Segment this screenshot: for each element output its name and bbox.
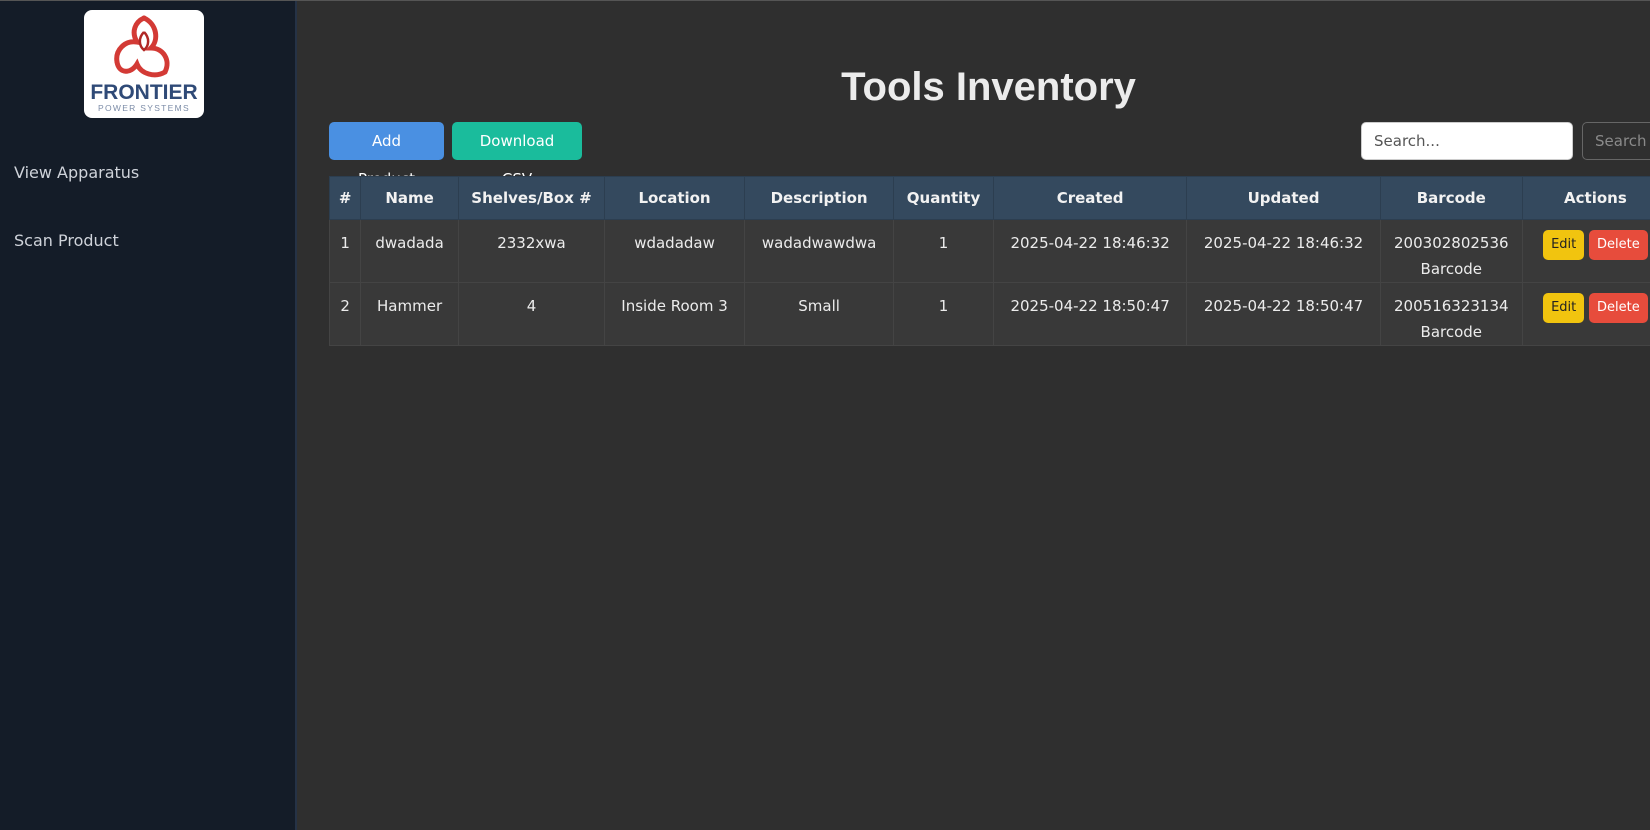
search-button[interactable]: Search bbox=[1582, 122, 1650, 160]
delete-button[interactable]: Delete bbox=[1589, 293, 1648, 323]
cell-shelf: 4 bbox=[457, 282, 606, 346]
cell-description: Small bbox=[744, 282, 895, 346]
logo-subtitle: POWER SYSTEMS bbox=[98, 103, 190, 113]
column-header-actions: Actions bbox=[1521, 176, 1650, 220]
cell-number: 1 bbox=[328, 219, 362, 283]
cell-created: 2025-04-22 18:50:47 bbox=[992, 282, 1188, 346]
cell-updated: 2025-04-22 18:46:32 bbox=[1186, 219, 1381, 283]
download-csv-button[interactable]: Download CSV bbox=[452, 122, 582, 188]
cell-description: wadadwawdwa bbox=[744, 219, 895, 283]
company-logo[interactable]: FRONTIER POWER SYSTEMS bbox=[84, 10, 204, 118]
cell-barcode: 200302802536 Barcode bbox=[1379, 219, 1523, 283]
sidebar-item-view-apparatus[interactable]: View Apparatus bbox=[14, 163, 139, 182]
add-product-button[interactable]: Add Product bbox=[329, 122, 444, 188]
column-header-barcode[interactable]: Barcode bbox=[1379, 176, 1523, 220]
column-header-number[interactable]: # bbox=[328, 176, 362, 220]
barcode-link[interactable]: Barcode bbox=[1389, 256, 1514, 282]
cell-actions: Edit Delete bbox=[1521, 282, 1650, 346]
cell-location: wdadadaw bbox=[604, 219, 746, 283]
cell-quantity: 1 bbox=[893, 219, 994, 283]
sidebar-item-scan-product[interactable]: Scan Product bbox=[14, 231, 119, 250]
cell-barcode: 200516323134 Barcode bbox=[1379, 282, 1523, 346]
cell-number: 2 bbox=[328, 282, 362, 346]
column-header-created[interactable]: Created bbox=[992, 176, 1188, 220]
table-header-row: # Name Shelves/Box # Location Descriptio… bbox=[328, 176, 1650, 220]
cell-location: Inside Room 3 bbox=[604, 282, 746, 346]
inventory-table: # Name Shelves/Box # Location Descriptio… bbox=[328, 176, 1650, 346]
delete-button[interactable]: Delete bbox=[1589, 230, 1648, 260]
trefoil-logo-icon bbox=[114, 15, 170, 78]
column-header-name[interactable]: Name bbox=[360, 176, 459, 220]
cell-quantity: 1 bbox=[893, 282, 994, 346]
logo-wordmark: FRONTIER bbox=[90, 81, 198, 104]
cell-shelf: 2332xwa bbox=[457, 219, 606, 283]
cell-name: dwadada bbox=[360, 219, 459, 283]
table-row: 1 dwadada 2332xwa wdadadaw wadadwawdwa 1… bbox=[328, 219, 1650, 283]
column-header-updated[interactable]: Updated bbox=[1186, 176, 1381, 220]
main-content: Tools Inventory Add Product Download CSV… bbox=[297, 1, 1650, 830]
column-header-description[interactable]: Description bbox=[744, 176, 895, 220]
search-input[interactable] bbox=[1361, 122, 1573, 160]
page-title: Tools Inventory bbox=[841, 65, 1136, 109]
app-window: FRONTIER POWER SYSTEMS View Apparatus Sc… bbox=[0, 0, 1650, 830]
edit-button[interactable]: Edit bbox=[1543, 293, 1585, 323]
column-header-quantity[interactable]: Quantity bbox=[893, 176, 994, 220]
cell-actions: Edit Delete bbox=[1521, 219, 1650, 283]
barcode-number: 200302802536 bbox=[1394, 234, 1509, 252]
cell-name: Hammer bbox=[360, 282, 459, 346]
cell-created: 2025-04-22 18:46:32 bbox=[992, 219, 1188, 283]
edit-button[interactable]: Edit bbox=[1543, 230, 1585, 260]
barcode-link[interactable]: Barcode bbox=[1389, 319, 1514, 345]
cell-updated: 2025-04-22 18:50:47 bbox=[1186, 282, 1381, 346]
table-row: 2 Hammer 4 Inside Room 3 Small 1 2025-04… bbox=[328, 282, 1650, 346]
barcode-number: 200516323134 bbox=[1394, 297, 1509, 315]
sidebar: FRONTIER POWER SYSTEMS View Apparatus Sc… bbox=[0, 1, 297, 830]
column-header-location[interactable]: Location bbox=[604, 176, 746, 220]
column-header-shelves[interactable]: Shelves/Box # bbox=[457, 176, 606, 220]
